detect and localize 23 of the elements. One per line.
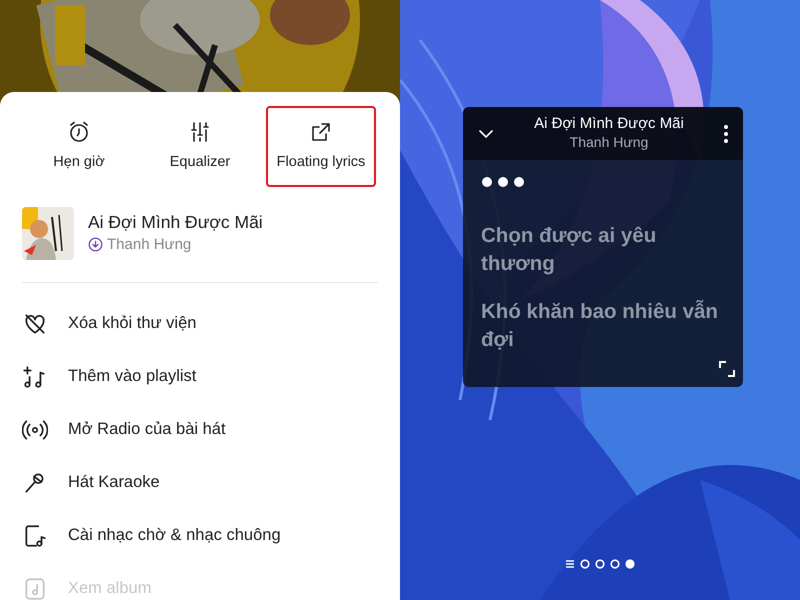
resize-icon[interactable]: [719, 361, 735, 377]
menu-item[interactable]: Xóa khỏi thư viện: [22, 297, 378, 350]
action-button[interactable]: Equalizer: [145, 106, 255, 187]
menu-item[interactable]: Thêm vào playlist: [22, 350, 378, 403]
song-title: Ai Đợi Mình Được Mãi: [88, 210, 263, 234]
song-title: Ai Đợi Mình Được Mãi: [534, 115, 684, 134]
artist-name: Thanh Hưng: [107, 234, 192, 255]
lyric-line: Khó khăn bao nhiêu vẫn đợi: [481, 298, 719, 353]
page-indicator[interactable]: [580, 559, 590, 569]
alarm-clock-icon: [67, 120, 91, 144]
menu-item[interactable]: Mở Radio của bài hát: [22, 403, 378, 456]
page-indicator[interactable]: [595, 559, 605, 569]
menu-item[interactable]: Cài nhạc chờ & nhạc chuông: [22, 509, 378, 562]
page-indicator[interactable]: [565, 559, 575, 569]
action-button[interactable]: Hẹn giờ: [24, 106, 134, 187]
page-indicator[interactable]: [610, 559, 620, 569]
loading-dots-icon: [481, 176, 525, 188]
action-button[interactable]: Floating lyrics: [266, 106, 376, 187]
more-icon[interactable]: [723, 124, 729, 144]
page-indicator[interactable]: [625, 559, 635, 569]
lyric-line: Chọn được ai yêu thương: [481, 223, 658, 277]
artist-name: Thanh Hưng: [570, 133, 648, 152]
menu-item[interactable]: Hát Karaoke: [22, 456, 378, 509]
